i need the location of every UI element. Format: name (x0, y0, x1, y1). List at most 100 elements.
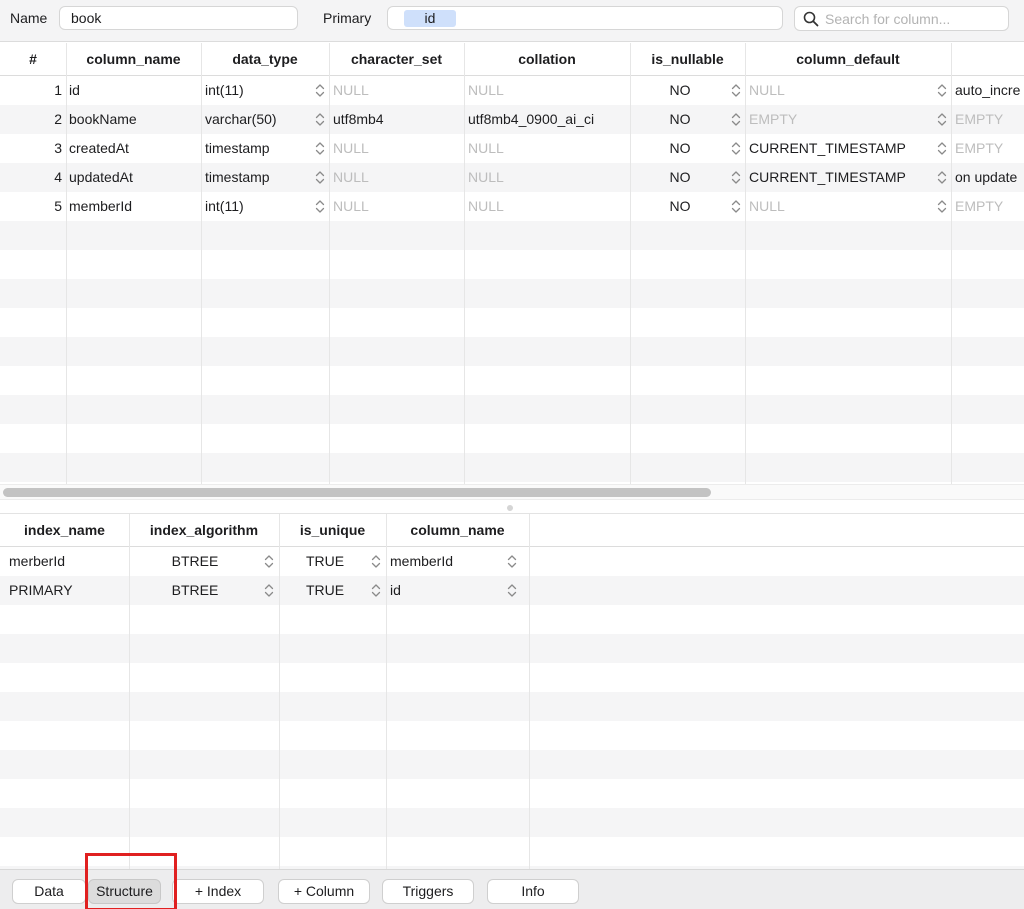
index-algorithm-cell[interactable]: BTREE (129, 547, 261, 576)
collation-cell[interactable]: NULL (468, 134, 628, 163)
extra-cell[interactable]: EMPTY (955, 192, 1024, 221)
index-name-cell[interactable]: PRIMARY (9, 576, 127, 605)
stepper-arrows-icon[interactable] (731, 83, 741, 98)
table-name-field[interactable]: book (59, 6, 298, 30)
stepper-arrows-icon[interactable] (731, 141, 741, 156)
table-row[interactable]: 2 bookName varchar(50) utf8mb4 utf8mb4_0900_… (0, 105, 1024, 134)
header-collation[interactable]: collation (464, 43, 630, 76)
index-name-cell[interactable]: merberId (9, 547, 127, 576)
table-row[interactable]: PRIMARY BTREE TRUE id (0, 576, 1024, 605)
is-nullable-cell[interactable]: NO (630, 105, 730, 134)
row-number[interactable]: 2 (0, 105, 62, 134)
stepper-arrows-icon[interactable] (371, 583, 381, 598)
header-is-unique[interactable]: is_unique (279, 514, 386, 547)
character-set-cell[interactable]: NULL (333, 76, 461, 105)
table-row[interactable]: merberId BTREE TRUE memberId (0, 547, 1024, 576)
collation-cell[interactable]: NULL (468, 192, 628, 221)
column-name-cell[interactable]: memberId (69, 192, 199, 221)
is-unique-cell[interactable]: TRUE (279, 547, 371, 576)
collation-cell[interactable]: NULL (468, 76, 628, 105)
scrollbar-thumb[interactable] (3, 488, 711, 497)
character-set-cell[interactable]: NULL (333, 163, 461, 192)
header-column-default[interactable]: column_default (745, 43, 951, 76)
column-default-cell[interactable]: CURRENT_TIMESTAMP (749, 134, 933, 163)
stepper-arrows-icon[interactable] (937, 199, 947, 214)
search-input[interactable] (825, 10, 1003, 27)
is-unique-cell[interactable]: TRUE (279, 576, 371, 605)
collation-cell[interactable]: utf8mb4_0900_ai_ci (468, 105, 628, 134)
table-row[interactable]: 5 memberId int(11) NULL NULL NO NULL EMPTY (0, 192, 1024, 221)
data-type-cell[interactable]: timestamp (205, 163, 313, 192)
index-column-name-cell[interactable]: memberId (390, 547, 502, 576)
column-default-cell[interactable]: EMPTY (749, 105, 933, 134)
is-nullable-cell[interactable]: NO (630, 163, 730, 192)
stepper-arrows-icon[interactable] (937, 141, 947, 156)
row-number[interactable]: 4 (0, 163, 62, 192)
stepper-arrows-icon[interactable] (507, 583, 517, 598)
extra-cell[interactable]: on update (955, 163, 1024, 192)
data-tab-button[interactable]: Data (12, 879, 86, 904)
data-type-cell[interactable]: varchar(50) (205, 105, 313, 134)
stepper-arrows-icon[interactable] (937, 170, 947, 185)
stepper-arrows-icon[interactable] (731, 170, 741, 185)
stepper-arrows-icon[interactable] (371, 554, 381, 569)
header-index-column-name[interactable]: column_name (386, 514, 529, 547)
add-column-button[interactable]: + Column (278, 879, 370, 904)
header-character-set[interactable]: character_set (329, 43, 464, 76)
extra-cell[interactable]: auto_incre (955, 76, 1024, 105)
stepper-arrows-icon[interactable] (315, 112, 325, 127)
stepper-arrows-icon[interactable] (937, 112, 947, 127)
column-default-cell[interactable]: CURRENT_TIMESTAMP (749, 163, 933, 192)
stepper-arrows-icon[interactable] (731, 199, 741, 214)
is-nullable-cell[interactable]: NO (630, 76, 730, 105)
stepper-arrows-icon[interactable] (507, 554, 517, 569)
column-name-cell[interactable]: updatedAt (69, 163, 199, 192)
header-column-name[interactable]: column_name (66, 43, 201, 76)
row-number[interactable]: 3 (0, 134, 62, 163)
header-is-nullable[interactable]: is_nullable (630, 43, 745, 76)
stepper-arrows-icon[interactable] (315, 199, 325, 214)
character-set-cell[interactable]: utf8mb4 (333, 105, 461, 134)
stepper-arrows-icon[interactable] (937, 83, 947, 98)
table-row[interactable]: 1 id int(11) NULL NULL NO NULL auto_incre (0, 76, 1024, 105)
column-name-cell[interactable]: createdAt (69, 134, 199, 163)
row-number[interactable]: 1 (0, 76, 62, 105)
row-number[interactable]: 5 (0, 192, 62, 221)
stepper-arrows-icon[interactable] (315, 170, 325, 185)
is-nullable-cell[interactable]: NO (630, 134, 730, 163)
stepper-arrows-icon[interactable] (264, 554, 274, 569)
index-column-name-cell[interactable]: id (390, 576, 502, 605)
collation-cell[interactable]: NULL (468, 163, 628, 192)
add-index-button[interactable]: + Index (172, 879, 264, 904)
extra-cell[interactable]: EMPTY (955, 134, 1024, 163)
stepper-arrows-icon[interactable] (315, 141, 325, 156)
stepper-arrows-icon[interactable] (264, 583, 274, 598)
info-button[interactable]: Info (487, 879, 579, 904)
table-row[interactable]: 4 updatedAt timestamp NULL NULL NO CURRENT_TIM… (0, 163, 1024, 192)
extra-cell[interactable]: EMPTY (955, 105, 1024, 134)
character-set-cell[interactable]: NULL (333, 192, 461, 221)
column-default-cell[interactable]: NULL (749, 76, 933, 105)
header-data-type[interactable]: data_type (201, 43, 329, 76)
data-type-cell[interactable]: timestamp (205, 134, 313, 163)
triggers-button[interactable]: Triggers (382, 879, 474, 904)
character-set-cell[interactable]: NULL (333, 134, 461, 163)
primary-key-field[interactable]: id (387, 6, 783, 30)
horizontal-scrollbar[interactable] (0, 484, 1024, 500)
column-search-box[interactable] (794, 6, 1009, 31)
is-nullable-cell[interactable]: NO (630, 192, 730, 221)
data-type-cell[interactable]: int(11) (205, 192, 313, 221)
header-number[interactable]: # (0, 43, 66, 76)
stepper-arrows-icon[interactable] (315, 83, 325, 98)
table-row[interactable]: 3 createdAt timestamp NULL NULL NO CURRENT_TIM… (0, 134, 1024, 163)
column-default-cell[interactable]: NULL (749, 192, 933, 221)
header-index-algorithm[interactable]: index_algorithm (129, 514, 279, 547)
data-type-cell[interactable]: int(11) (205, 76, 313, 105)
header-index-name[interactable]: index_name (0, 514, 129, 547)
primary-key-chip[interactable]: id (404, 10, 456, 27)
column-name-cell[interactable]: bookName (69, 105, 199, 134)
index-algorithm-cell[interactable]: BTREE (129, 576, 261, 605)
column-name-cell[interactable]: id (69, 76, 199, 105)
split-view-handle[interactable] (507, 505, 513, 511)
stepper-arrows-icon[interactable] (731, 112, 741, 127)
